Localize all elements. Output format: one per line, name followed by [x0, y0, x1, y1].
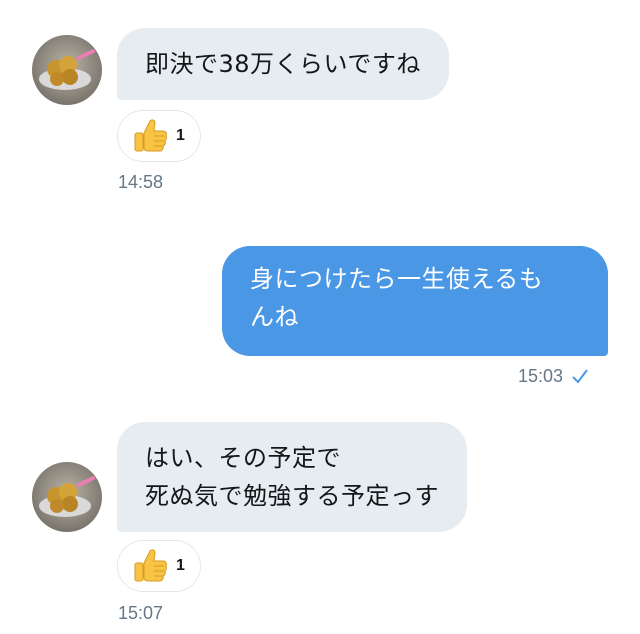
- message-text-line: 死ぬ気で勉強する予定っす: [145, 482, 439, 510]
- thumbs-up-icon: [134, 549, 167, 582]
- reaction-badge[interactable]: 1: [117, 540, 201, 592]
- timestamp: 14:58: [118, 172, 164, 192]
- timestamp: 15:03: [518, 366, 589, 387]
- message-bubble[interactable]: はい、その予定で 死ぬ気で勉強する予定っす: [117, 422, 467, 532]
- avatar[interactable]: [32, 462, 102, 532]
- thumbs-up-icon: [134, 119, 167, 152]
- message-text: 即決で38万くらいですね: [145, 50, 421, 78]
- timestamp: 15:07: [118, 603, 164, 623]
- message-text-line: はい、その予定で: [145, 444, 341, 472]
- avatar-image: [39, 476, 96, 517]
- avatar[interactable]: [32, 35, 102, 105]
- message-bubble[interactable]: 即決で38万くらいですね: [117, 28, 449, 100]
- message-text-line: 身につけたら一生使えるも: [250, 265, 544, 293]
- message-text-line: んね: [250, 303, 299, 331]
- reaction-badge[interactable]: 1: [117, 110, 201, 162]
- reaction-count: 1: [176, 127, 185, 144]
- timestamp-text: 15:03: [518, 366, 564, 386]
- avatar-image: [39, 49, 96, 90]
- reaction-count: 1: [176, 557, 185, 574]
- message-bubble-outgoing[interactable]: 身につけたら一生使えるも んね: [222, 246, 608, 356]
- sent-check-icon: [572, 369, 588, 384]
